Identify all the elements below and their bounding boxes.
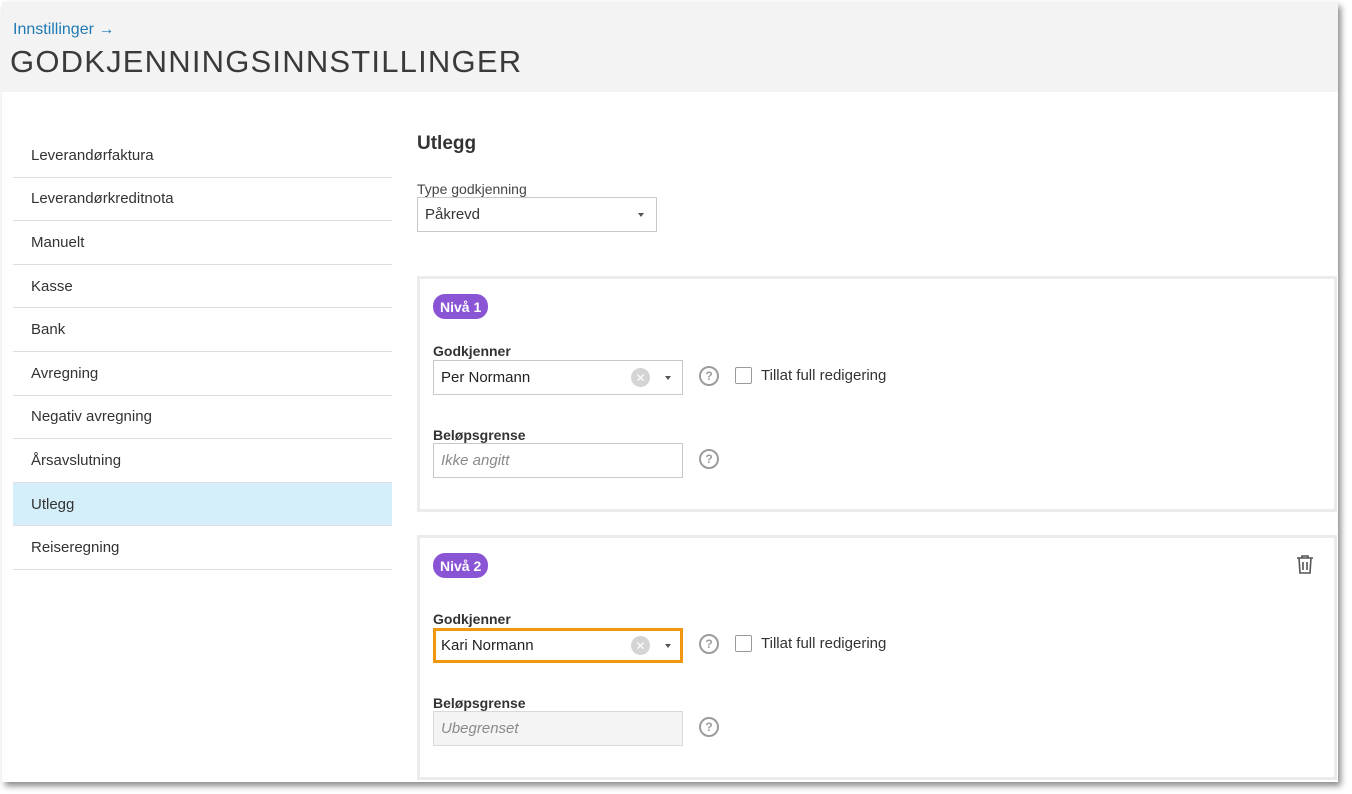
- approver-select[interactable]: Kari Normann ✕: [433, 628, 683, 663]
- amount-limit-input[interactable]: [433, 711, 683, 746]
- caret-down-icon: [638, 213, 644, 217]
- level-1-panel: Nivå 1 Godkjenner Per Normann ✕ ? Tillat…: [417, 276, 1337, 512]
- clear-x-icon[interactable]: ✕: [631, 368, 650, 387]
- question-circle-icon[interactable]: ?: [699, 634, 719, 654]
- level-badge: Nivå 2: [433, 553, 489, 578]
- sidebar-item-negativ-avregning[interactable]: Negativ avregning: [13, 396, 392, 440]
- sidebar-item-leverandorfaktura[interactable]: Leverandørfaktura: [13, 134, 392, 178]
- app-window: Innstillinger → GODKJENNINGSINNSTILLINGE…: [2, 2, 1338, 782]
- trash-icon[interactable]: [1296, 554, 1314, 574]
- question-circle-icon[interactable]: ?: [699, 717, 719, 737]
- sidebar-item-manuelt[interactable]: Manuelt: [13, 221, 392, 265]
- approval-type-label: Type godkjenning: [417, 181, 527, 197]
- approval-type-select[interactable]: Påkrevd: [417, 197, 657, 232]
- caret-down-icon: [665, 644, 671, 648]
- clear-x-icon[interactable]: ✕: [631, 636, 650, 655]
- sidebar-item-utlegg[interactable]: Utlegg: [13, 482, 392, 527]
- question-circle-icon[interactable]: ?: [699, 366, 719, 386]
- full-edit-checkbox[interactable]: [735, 635, 752, 652]
- approver-label: Godkjenner: [433, 343, 511, 359]
- section-title: Utlegg: [417, 133, 477, 154]
- page-header: Innstillinger → GODKJENNINGSINNSTILLINGE…: [2, 2, 1338, 92]
- full-edit-label: Tillat full redigering: [761, 635, 887, 652]
- sidebar-item-leverandorkreditnota[interactable]: Leverandørkreditnota: [13, 178, 392, 222]
- amount-limit-label: Beløpsgrense: [433, 695, 526, 711]
- sidebar-item-arsavslutning[interactable]: Årsavslutning: [13, 439, 392, 483]
- sidebar-menu: Leverandørfaktura Leverandørkreditnota M…: [13, 134, 392, 570]
- approver-value: Kari Normann: [441, 637, 534, 654]
- approver-value: Per Normann: [441, 369, 531, 386]
- sidebar-item-reiseregning[interactable]: Reiseregning: [13, 526, 392, 570]
- page-title: GODKJENNINGSINNSTILLINGER: [10, 44, 523, 79]
- breadcrumb-link[interactable]: Innstillinger →: [13, 21, 114, 39]
- full-edit-checkbox[interactable]: [735, 367, 752, 384]
- sidebar-item-kasse[interactable]: Kasse: [13, 265, 392, 309]
- sidebar-item-bank[interactable]: Bank: [13, 308, 392, 352]
- approver-select[interactable]: Per Normann ✕: [433, 360, 683, 395]
- caret-down-icon: [665, 376, 671, 380]
- amount-limit-label: Beløpsgrense: [433, 427, 526, 443]
- approval-type-value: Påkrevd: [425, 206, 481, 223]
- sidebar-item-avregning[interactable]: Avregning: [13, 352, 392, 396]
- amount-limit-input[interactable]: [433, 443, 683, 478]
- question-circle-icon[interactable]: ?: [699, 449, 719, 469]
- level-badge: Nivå 1: [433, 294, 489, 319]
- level-2-panel: Nivå 2 Godkjenner Kari Normann ✕ ? Tilla…: [417, 535, 1337, 780]
- full-edit-label: Tillat full redigering: [761, 367, 887, 384]
- approver-label: Godkjenner: [433, 611, 511, 627]
